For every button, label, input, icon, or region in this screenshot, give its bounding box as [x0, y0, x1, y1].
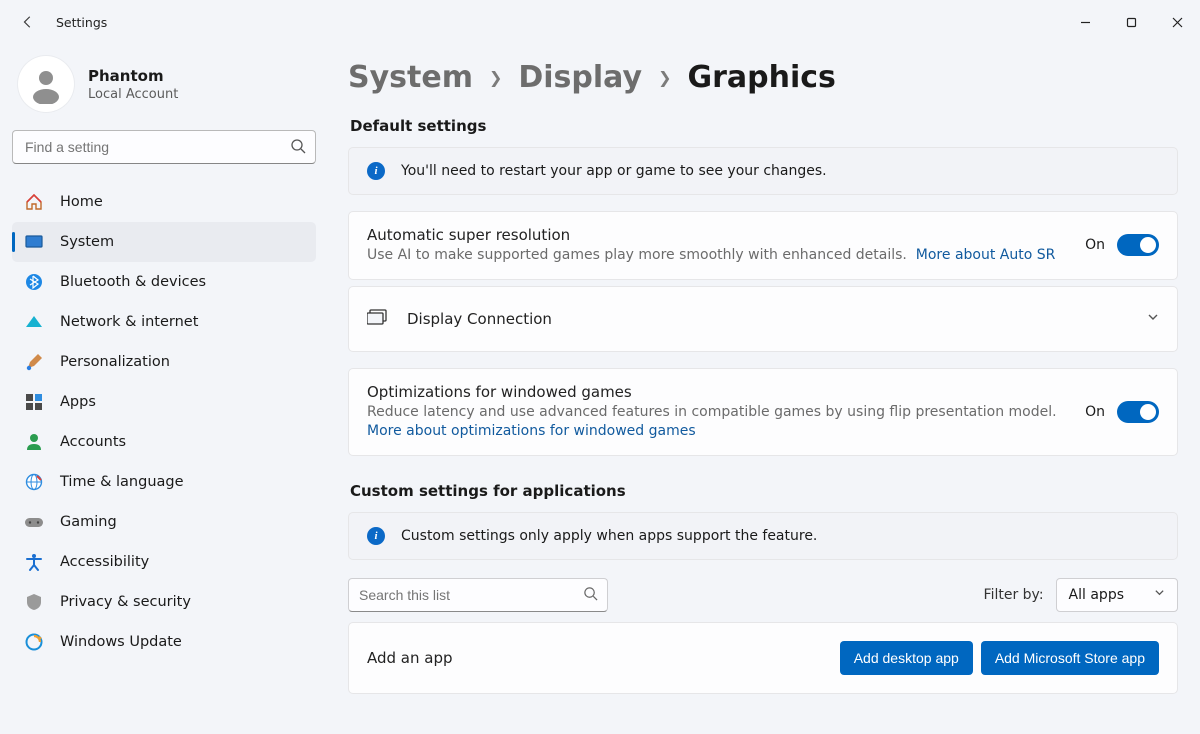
list-search-input[interactable]: [348, 578, 608, 612]
close-button[interactable]: [1154, 0, 1200, 44]
nav-label: Network & internet: [60, 314, 198, 330]
chevron-down-icon: [1154, 587, 1165, 602]
system-icon: [24, 235, 44, 249]
nav-label: Accounts: [60, 434, 126, 450]
wifi-icon: [24, 314, 44, 330]
breadcrumb-mid[interactable]: Display: [518, 60, 642, 95]
nav-label: Accessibility: [60, 554, 149, 570]
info-custom-banner: i Custom settings only apply when apps s…: [348, 512, 1178, 560]
nav-accessibility[interactable]: Accessibility: [12, 542, 316, 582]
search-box[interactable]: [12, 130, 316, 164]
nav-gaming[interactable]: Gaming: [12, 502, 316, 542]
toggle-auto-sr[interactable]: [1117, 234, 1159, 256]
chevron-right-icon: ❯: [489, 68, 502, 87]
nav-time[interactable]: Time & language: [12, 462, 316, 502]
nav-update[interactable]: Windows Update: [12, 622, 316, 662]
nav-accounts[interactable]: Accounts: [12, 422, 316, 462]
card-title: Automatic super resolution: [367, 226, 1067, 244]
toggle-state: On: [1085, 237, 1105, 253]
info-restart-banner: i You'll need to restart your app or gam…: [348, 147, 1178, 195]
breadcrumb-leaf: Graphics: [687, 60, 835, 95]
toggle-state: On: [1085, 404, 1105, 420]
nav-label: Privacy & security: [60, 594, 191, 610]
info-icon: i: [367, 162, 385, 180]
nav-label: System: [60, 234, 114, 250]
shield-icon: [24, 593, 44, 611]
nav-network[interactable]: Network & internet: [12, 302, 316, 342]
filter-dropdown[interactable]: All apps: [1056, 578, 1178, 612]
toggle-windowed[interactable]: [1117, 401, 1159, 423]
filter-label: Filter by:: [984, 587, 1044, 603]
nav-bluetooth[interactable]: Bluetooth & devices: [12, 262, 316, 302]
bluetooth-icon: [24, 273, 44, 291]
nav-label: Home: [60, 194, 103, 210]
info-icon: i: [367, 527, 385, 545]
card-windowed-optimizations[interactable]: Optimizations for windowed games Reduce …: [348, 368, 1178, 456]
dropdown-value: All apps: [1069, 587, 1124, 603]
info-text: Custom settings only apply when apps sup…: [401, 528, 817, 544]
nav-label: Apps: [60, 394, 96, 410]
back-button[interactable]: [16, 10, 40, 34]
info-text: You'll need to restart your app or game …: [401, 163, 827, 179]
home-icon: [24, 193, 44, 211]
nav-apps[interactable]: Apps: [12, 382, 316, 422]
nav-label: Gaming: [60, 514, 117, 530]
minimize-button[interactable]: [1062, 0, 1108, 44]
section-custom-settings: Custom settings for applications: [350, 482, 1178, 500]
search-icon: [583, 586, 598, 605]
nav-personalization[interactable]: Personalization: [12, 342, 316, 382]
globe-icon: [24, 473, 44, 491]
chevron-right-icon: ❯: [658, 68, 671, 87]
accessibility-icon: [24, 553, 44, 571]
main-content: System ❯ Display ❯ Graphics Default sett…: [328, 44, 1200, 734]
titlebar: Settings: [0, 0, 1200, 44]
apps-icon: [24, 393, 44, 411]
sidebar: Phantom Local Account Home System Blueto…: [0, 44, 328, 734]
list-search[interactable]: [348, 578, 608, 612]
search-input[interactable]: [12, 130, 316, 164]
card-add-app: Add an app Add desktop app Add Microsoft…: [348, 622, 1178, 694]
card-title: Display Connection: [407, 310, 1129, 328]
breadcrumb: System ❯ Display ❯ Graphics: [348, 60, 1178, 95]
chevron-down-icon: [1147, 311, 1159, 327]
card-auto-super-resolution[interactable]: Automatic super resolution Use AI to mak…: [348, 211, 1178, 280]
add-app-label: Add an app: [367, 649, 840, 667]
profile-subtitle: Local Account: [88, 87, 178, 102]
brush-icon: [24, 353, 44, 371]
link-auto-sr[interactable]: More about Auto SR: [916, 247, 1056, 263]
gamepad-icon: [24, 515, 44, 529]
profile-name: Phantom: [88, 67, 178, 85]
nav-label: Windows Update: [60, 634, 182, 650]
person-icon: [24, 433, 44, 451]
card-display-connection[interactable]: Display Connection: [348, 286, 1178, 352]
nav-label: Personalization: [60, 354, 170, 370]
nav-privacy[interactable]: Privacy & security: [12, 582, 316, 622]
card-desc: Reduce latency and use advanced features…: [367, 404, 1057, 420]
display-connection-icon: [367, 309, 389, 329]
nav-system[interactable]: System: [12, 222, 316, 262]
card-title: Optimizations for windowed games: [367, 383, 1067, 401]
add-desktop-app-button[interactable]: Add desktop app: [840, 641, 973, 675]
add-store-app-button[interactable]: Add Microsoft Store app: [981, 641, 1159, 675]
search-icon: [290, 138, 306, 158]
avatar: [18, 56, 74, 112]
profile-block[interactable]: Phantom Local Account: [12, 54, 316, 130]
card-desc: Use AI to make supported games play more…: [367, 247, 907, 263]
maximize-button[interactable]: [1108, 0, 1154, 44]
nav-home[interactable]: Home: [12, 182, 316, 222]
breadcrumb-root[interactable]: System: [348, 60, 473, 95]
section-default-settings: Default settings: [350, 117, 1178, 135]
nav-label: Bluetooth & devices: [60, 274, 206, 290]
update-icon: [24, 633, 44, 651]
link-windowed-opt[interactable]: More about optimizations for windowed ga…: [367, 423, 696, 439]
nav-label: Time & language: [60, 474, 184, 490]
window-title: Settings: [56, 15, 107, 30]
